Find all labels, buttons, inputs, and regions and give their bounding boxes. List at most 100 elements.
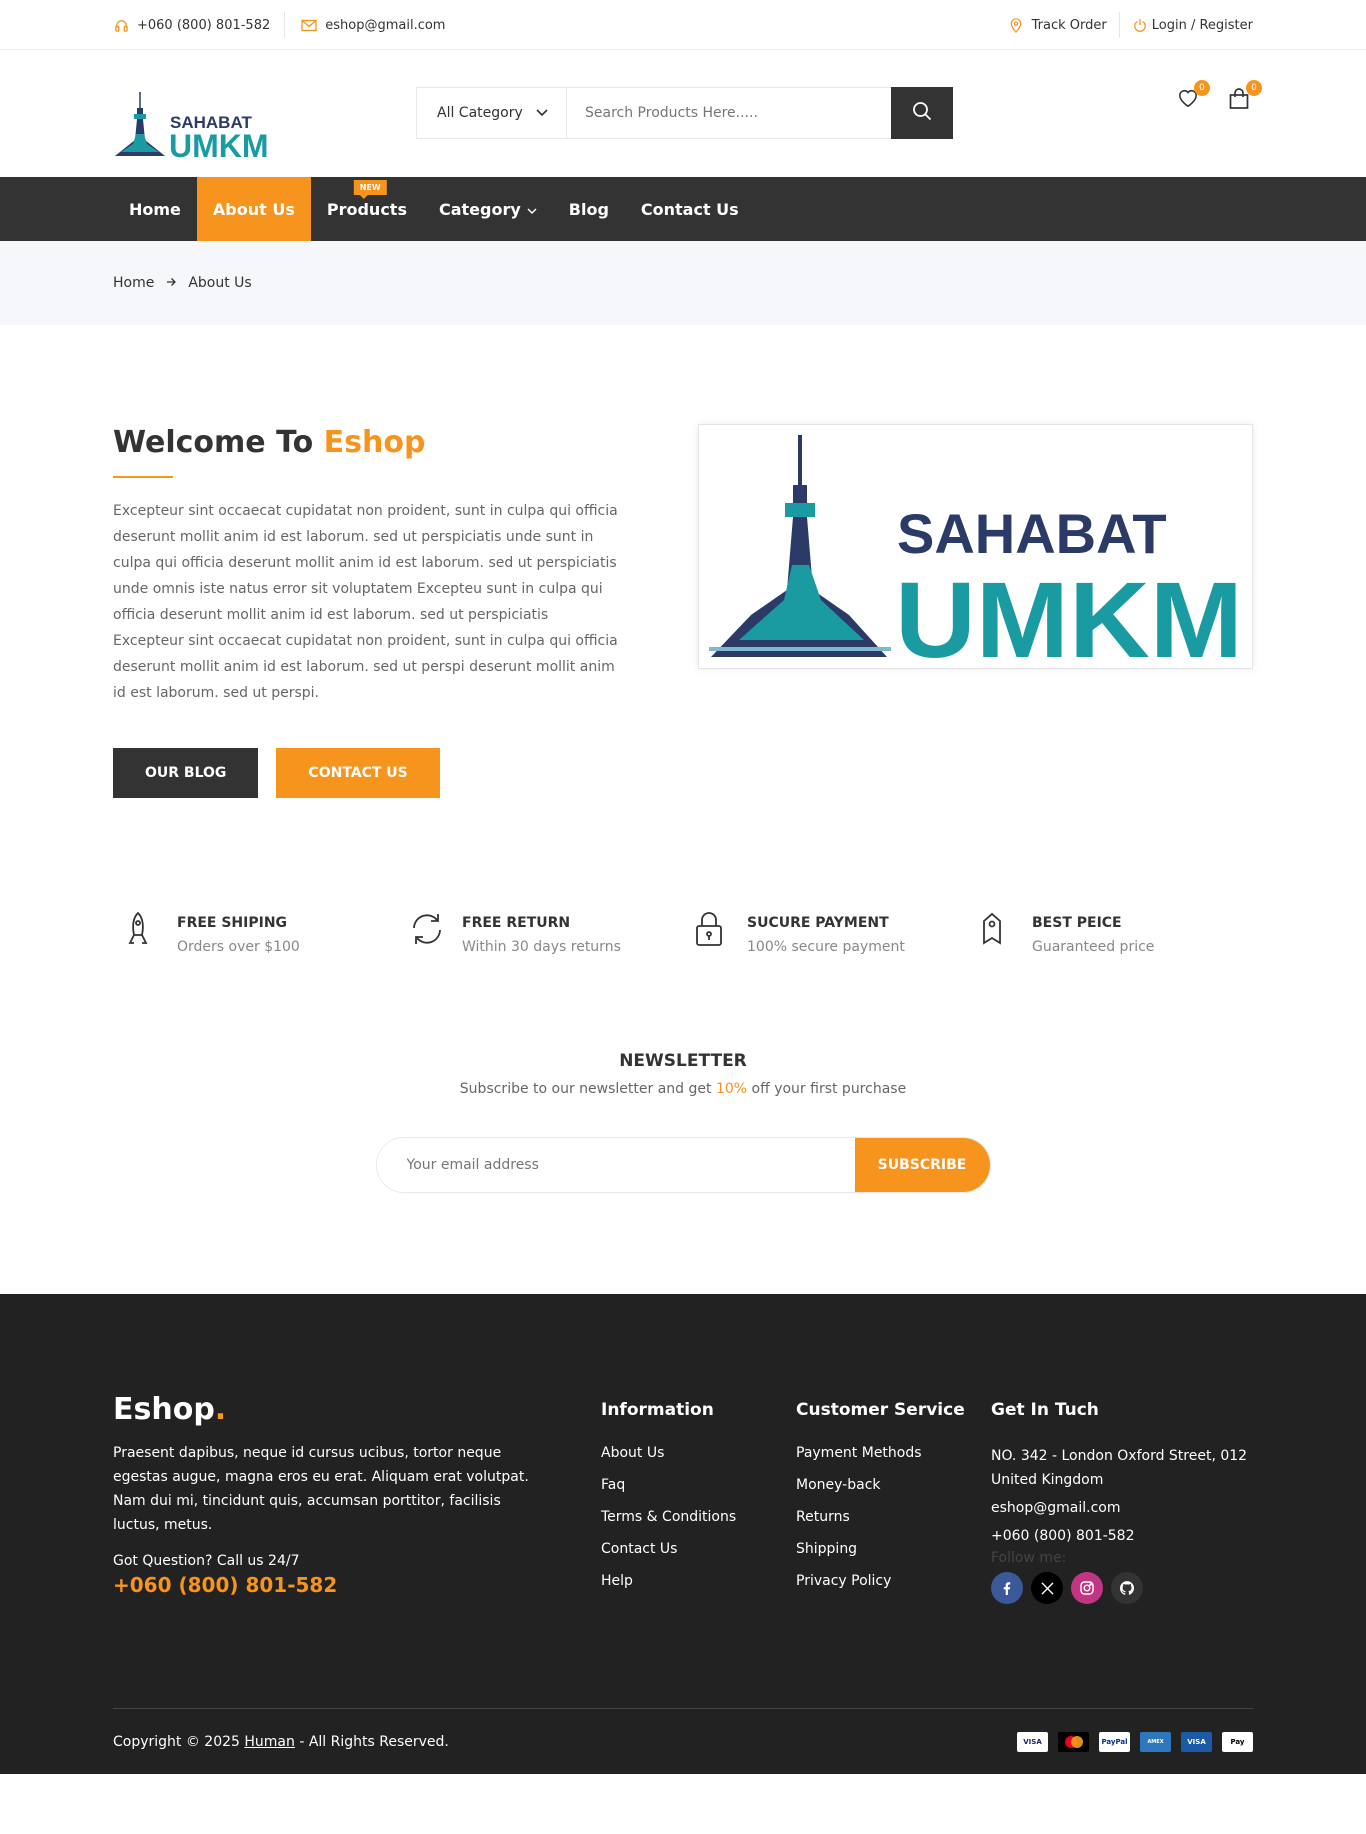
nav-item-blog[interactable]: Blog (553, 177, 625, 241)
title-underline (113, 476, 173, 478)
subscribe-button[interactable]: SUBSCRIBE (854, 1138, 990, 1192)
rocket-icon (125, 911, 155, 951)
copyright-link[interactable]: Human (244, 1734, 295, 1750)
apple-pay-icon: Pay (1222, 1731, 1253, 1752)
footer-link[interactable]: Contact Us (601, 1540, 736, 1558)
copyright: Copyright © 2025 Human - All Rights Rese… (113, 1734, 449, 1750)
footer-link[interactable]: Faq (601, 1476, 736, 1494)
visa-electron-icon: VISA (1181, 1731, 1212, 1752)
footer-link[interactable]: About Us (601, 1444, 736, 1462)
email-contact[interactable]: eshop@gmail.com (301, 17, 445, 33)
footer-bottom-bar: Copyright © 2025 Human - All Rights Rese… (113, 1708, 1253, 1774)
new-badge: NEW (353, 180, 387, 199)
newsletter-sub-prefix: Subscribe to our newsletter and get (459, 1081, 716, 1097)
footer-link[interactable]: Payment Methods (796, 1444, 965, 1462)
footer-logo-dot: . (214, 1392, 227, 1427)
footer-contact-phone[interactable]: +060 (800) 801-582 (991, 1524, 1253, 1548)
footer-phone[interactable]: +060 (800) 801-582 (113, 1573, 543, 1597)
wishlist-count-badge: 0 (1194, 80, 1210, 96)
footer-logo[interactable]: Eshop. (113, 1392, 543, 1427)
map-pin-icon (1008, 17, 1024, 33)
nav-item-about-us[interactable]: About Us (196, 177, 311, 241)
footer-question: Got Question? Call us 24/7 (113, 1553, 300, 1569)
our-blog-button[interactable]: OUR BLOG (113, 748, 259, 798)
footer-about-text: Praesent dapibus, neque id cursus ucibus… (113, 1445, 529, 1533)
footer-link[interactable]: Help (601, 1572, 736, 1590)
footer-link[interactable]: Money-back (796, 1476, 965, 1494)
nav-item-home[interactable]: Home (113, 177, 197, 241)
feature-subtitle: 100% secure payment (747, 939, 905, 955)
top-bar: +060 (800) 801-582 eshop@gmail.com Track… (0, 0, 1366, 50)
search-input[interactable] (567, 88, 891, 138)
heart-icon (1177, 90, 1199, 112)
tag-icon (980, 911, 1010, 951)
envelope-icon (301, 17, 317, 33)
track-order-label: Track Order (1031, 17, 1107, 33)
tower-icon (115, 92, 165, 156)
image-logo-text-bottom: UMKM (895, 559, 1243, 668)
nav-item-category[interactable]: Category (423, 177, 553, 241)
divider (284, 12, 286, 38)
power-icon (1132, 17, 1148, 33)
feature-item: FREE SHIPING Orders over $100 (113, 911, 398, 955)
cart-button[interactable]: 0 (1229, 80, 1262, 112)
nav-item-label: Contact Us (640, 199, 739, 219)
footer-customer-service-column: Customer Service Payment Methods Money-b… (796, 1400, 965, 1604)
newsletter-title: NEWSLETTER (619, 1051, 747, 1071)
feature-title: FREE RETURN (462, 915, 571, 931)
footer-link[interactable]: Shipping (796, 1540, 965, 1558)
footer-link[interactable]: Terms & Conditions (601, 1508, 736, 1526)
image-logo-text-top: SAHABAT (897, 502, 1167, 565)
wishlist-button[interactable]: 0 (1177, 80, 1210, 112)
breadcrumb-home-link[interactable]: Home (113, 275, 154, 291)
tower-icon (709, 435, 891, 657)
category-select[interactable]: All Category (417, 88, 567, 138)
about-paragraph: Excepteur sint occaecat cupidatat non pr… (113, 503, 618, 701)
category-select-label: All Category (437, 105, 523, 121)
search-icon (912, 101, 932, 125)
search-button[interactable] (891, 87, 953, 139)
footer-information-column: Information About Us Faq Terms & Conditi… (601, 1400, 736, 1604)
contact-us-button[interactable]: CONTACT US (276, 748, 440, 798)
instagram-icon[interactable] (1071, 1572, 1103, 1604)
nav-item-contact-us[interactable]: Contact Us (625, 177, 755, 241)
footer-column-title: Customer Service (796, 1400, 965, 1420)
nav-item-label: About Us (212, 199, 295, 219)
about-title: Welcome To Eshop (113, 425, 623, 460)
payment-methods: VISA PayPal AMEX VISA Pay (1017, 1731, 1253, 1752)
newsletter-email-input[interactable] (376, 1138, 855, 1192)
search-bar: All Category (416, 87, 953, 139)
feature-title: FREE SHIPING (177, 915, 288, 931)
about-title-accent: Eshop (323, 425, 426, 460)
follow-label: Follow me: (991, 1550, 1067, 1566)
footer-link[interactable]: Privacy Policy (796, 1572, 965, 1590)
login-register-link[interactable]: Login / Register (1132, 17, 1253, 33)
footer-contact-column: Get In Tuch NO. 342 - London Oxford Stre… (991, 1400, 1253, 1604)
nav-item-products[interactable]: NEW Products (311, 177, 423, 241)
login-label: Login / Register (1151, 17, 1253, 33)
github-icon[interactable] (1111, 1572, 1143, 1604)
footer-address: NO. 342 - London Oxford Street, 012 Unit… (991, 1448, 1248, 1488)
feature-item: FREE RETURN Within 30 days returns (398, 911, 683, 955)
feature-subtitle: Within 30 days returns (462, 939, 621, 955)
feature-title: BEST PEICE (1032, 915, 1122, 931)
facebook-icon[interactable] (991, 1572, 1023, 1604)
feature-title: SUCURE PAYMENT (747, 915, 889, 931)
nav-item-label: Home (129, 199, 181, 219)
footer-email[interactable]: eshop@gmail.com (991, 1496, 1253, 1520)
x-twitter-icon[interactable] (1031, 1572, 1063, 1604)
nav-item-label: Category (438, 199, 521, 219)
chevron-down-icon (536, 105, 548, 121)
arrow-right-icon (166, 275, 177, 291)
footer-column-title: Information (601, 1400, 714, 1420)
site-logo[interactable]: SAHABAT UMKM (113, 90, 283, 164)
chevron-down-icon (527, 200, 537, 219)
phone-contact[interactable]: +060 (800) 801-582 (113, 17, 270, 33)
features-section: FREE SHIPING Orders over $100 FREE RETUR… (0, 911, 1366, 1051)
nav-item-label: Blog (568, 199, 609, 219)
footer-link[interactable]: Returns (796, 1508, 965, 1526)
newsletter-sub-suffix: off your first purchase (747, 1081, 907, 1097)
breadcrumb-current: About Us (188, 275, 252, 291)
track-order-link[interactable]: Track Order (1008, 17, 1107, 33)
footer: Eshop. Praesent dapibus, neque id cursus… (0, 1294, 1366, 1774)
